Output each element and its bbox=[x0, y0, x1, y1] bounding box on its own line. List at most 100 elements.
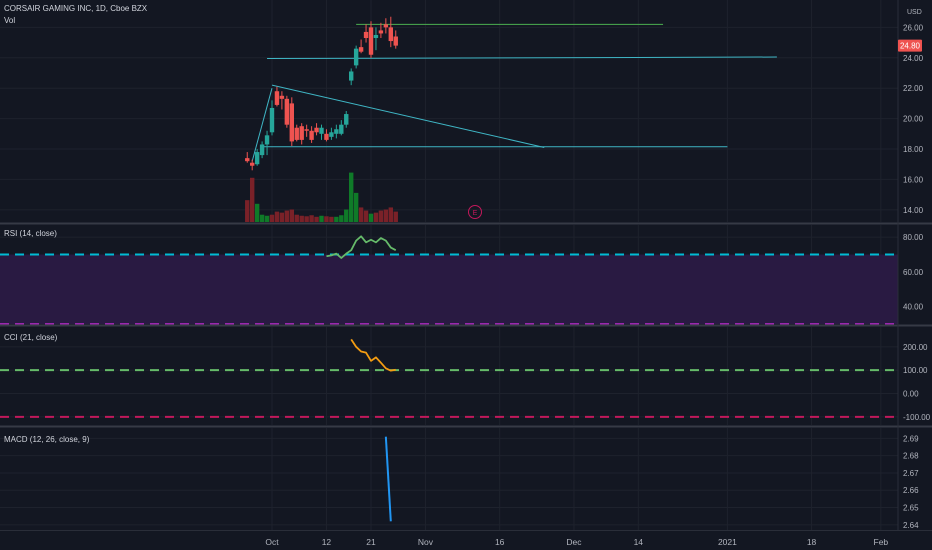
candle-body bbox=[269, 107, 275, 133]
candle-body bbox=[363, 31, 369, 39]
candle-body bbox=[349, 71, 354, 81]
x-tick-label: Oct bbox=[265, 537, 279, 547]
candle bbox=[319, 124, 324, 140]
candle bbox=[353, 45, 359, 69]
x-tick-label: 18 bbox=[807, 537, 817, 547]
price-scales[interactable]: 14.00 16.00 18.00 20.00 22.00 24.00 26.00 40.00… bbox=[903, 23, 931, 529]
candle-body bbox=[254, 152, 260, 165]
y-tick-label: 14.00 bbox=[903, 206, 924, 215]
earnings-label: E bbox=[473, 210, 478, 217]
cci-line bbox=[350, 338, 396, 372]
time-axis[interactable]: Oct 12 21 Nov 16 Dec 14 2021 18 Feb bbox=[265, 537, 888, 547]
candle bbox=[393, 30, 398, 49]
candle bbox=[368, 21, 374, 58]
volume-bar bbox=[294, 214, 299, 222]
y-tick-label: 100.00 bbox=[903, 366, 928, 375]
x-tick-label: Feb bbox=[874, 537, 889, 547]
x-tick-label: 14 bbox=[634, 537, 644, 547]
rsi-legend: RSI (14, close) bbox=[4, 229, 57, 238]
x-tick-label: 16 bbox=[495, 537, 505, 547]
candle bbox=[324, 129, 329, 142]
candle-body bbox=[245, 158, 250, 162]
x-tick-label: 12 bbox=[322, 537, 332, 547]
volume-bar bbox=[259, 214, 265, 222]
rsi-band-fill bbox=[0, 254, 898, 324]
x-tick-label: 21 bbox=[366, 537, 376, 547]
candle-body bbox=[279, 95, 285, 99]
candle-body bbox=[299, 126, 304, 140]
volume-bar bbox=[304, 216, 309, 222]
volume-bar bbox=[324, 216, 329, 222]
volume-bar bbox=[368, 213, 374, 222]
volume-bars bbox=[245, 172, 398, 222]
candle-body bbox=[274, 91, 280, 105]
candle-body bbox=[358, 47, 364, 52]
candle bbox=[289, 97, 294, 146]
y-tick-label: 40.00 bbox=[903, 303, 924, 312]
candle bbox=[259, 141, 265, 159]
volume-legend: Vol bbox=[4, 16, 15, 25]
volume-bar bbox=[393, 211, 398, 222]
candle bbox=[339, 120, 344, 136]
x-tick-label: Nov bbox=[418, 537, 434, 547]
candle bbox=[264, 130, 270, 156]
macd-line bbox=[384, 436, 392, 522]
candle-body bbox=[324, 133, 329, 140]
candle-body bbox=[378, 30, 384, 34]
volume-bar bbox=[269, 214, 275, 222]
currency-label: USD bbox=[907, 9, 922, 16]
candle bbox=[378, 22, 384, 39]
macd-legend: MACD (12, 26, close, 9) bbox=[4, 435, 90, 444]
volume-bar bbox=[274, 211, 280, 222]
volume-bar bbox=[279, 212, 285, 222]
candle-body bbox=[304, 129, 309, 131]
volume-bar bbox=[334, 216, 339, 222]
candle-body bbox=[388, 27, 393, 42]
y-tick-label: 60.00 bbox=[903, 268, 924, 277]
volume-bar bbox=[353, 192, 359, 222]
volume-bar bbox=[264, 215, 270, 222]
volume-bar bbox=[344, 209, 349, 222]
volume-bar bbox=[383, 209, 389, 222]
y-tick-label: 2.64 bbox=[903, 521, 919, 530]
candle bbox=[245, 152, 250, 163]
candle bbox=[344, 111, 349, 128]
candle-body bbox=[259, 144, 265, 156]
y-tick-label: -100.00 bbox=[903, 413, 931, 422]
volume-bar bbox=[254, 203, 260, 222]
y-tick-label: 2.65 bbox=[903, 504, 919, 513]
candle-body bbox=[294, 127, 299, 140]
x-tick-label: 2021 bbox=[718, 537, 737, 547]
chart-canvas[interactable]: 14.00 16.00 18.00 20.00 22.00 24.00 26.00 40.00… bbox=[0, 0, 932, 550]
trendlines[interactable] bbox=[251, 23, 777, 162]
earnings-marker[interactable]: E bbox=[468, 205, 482, 219]
y-tick-label: 22.00 bbox=[903, 84, 924, 93]
candle bbox=[334, 124, 339, 139]
volume-bar bbox=[319, 215, 324, 222]
candle-body bbox=[334, 129, 339, 134]
y-tick-label: 2.67 bbox=[903, 469, 919, 478]
candle-body bbox=[353, 48, 359, 66]
candle bbox=[358, 39, 364, 54]
volume-bar bbox=[363, 210, 369, 222]
candle bbox=[274, 86, 280, 107]
y-tick-label: 2.68 bbox=[903, 452, 919, 461]
x-tick-label: Dec bbox=[566, 537, 582, 547]
volume-bar bbox=[314, 216, 319, 222]
volume-bar bbox=[250, 177, 255, 222]
candle-body bbox=[339, 124, 344, 134]
candle bbox=[373, 27, 379, 51]
volume-bar bbox=[358, 207, 364, 222]
candle-body bbox=[344, 114, 349, 125]
last-price-badge: 24.80 bbox=[898, 39, 922, 52]
candle bbox=[269, 100, 275, 136]
y-tick-label: 200.00 bbox=[903, 343, 928, 352]
y-tick-label: 2.66 bbox=[903, 486, 919, 495]
y-tick-label: 80.00 bbox=[903, 233, 924, 242]
candle-body bbox=[289, 103, 294, 142]
y-tick-label: 16.00 bbox=[903, 175, 924, 184]
candle bbox=[383, 18, 389, 34]
candle bbox=[329, 127, 334, 140]
candle-body bbox=[319, 127, 324, 134]
volume-bar bbox=[284, 210, 290, 222]
